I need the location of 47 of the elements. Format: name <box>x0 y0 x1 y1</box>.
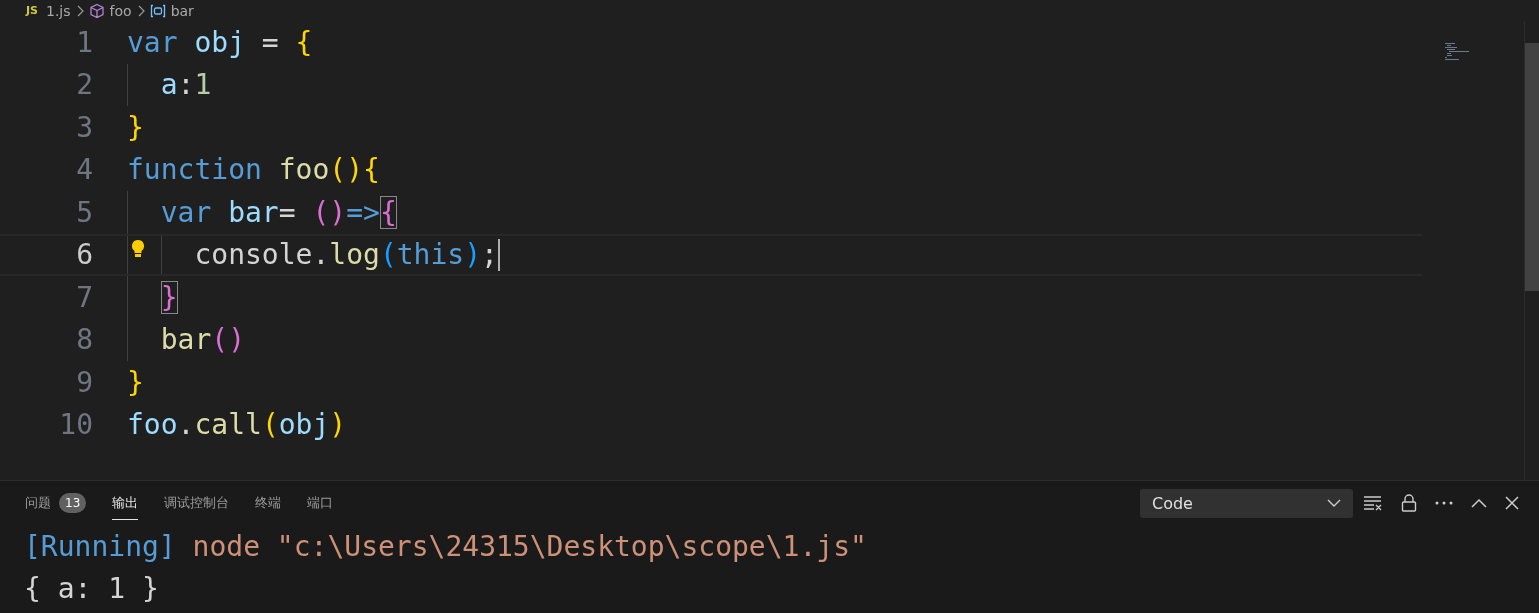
panel-tab[interactable]: 输出 <box>112 486 139 520</box>
code-line: } <box>127 110 144 144</box>
line-number: 4 <box>75 153 93 187</box>
lightbulb-icon[interactable] <box>131 238 145 259</box>
output-line: { a: 1 } <box>24 571 160 607</box>
scrollbar-thumb[interactable] <box>1525 43 1539 291</box>
output-line: [Running] node "c:\Users\24315\Desktop\scope\1.js" <box>24 529 868 565</box>
text-cursor <box>497 238 500 271</box>
line-number: 2 <box>75 68 93 102</box>
breadcrumb-item[interactable]: foo <box>109 2 132 19</box>
line-number: 10 <box>58 408 93 442</box>
code-line: foo.call(obj) <box>127 408 347 442</box>
line-number: 8 <box>75 323 93 357</box>
line-number: 3 <box>75 110 93 144</box>
chevron-down-icon <box>1327 498 1341 508</box>
lock-icon[interactable] <box>1401 494 1417 512</box>
minimap-drawing[interactable] <box>1445 43 1469 63</box>
panel-tab[interactable]: 端口 <box>307 486 334 520</box>
panel-tab[interactable]: 调试控制台 <box>164 486 230 520</box>
code-line: } <box>160 280 178 314</box>
code-line: console.log(this); <box>194 238 498 272</box>
line-number: 5 <box>75 195 93 229</box>
line-number: 9 <box>75 365 93 399</box>
code-line: } <box>127 365 144 399</box>
code-line: bar() <box>160 323 245 357</box>
more-icon[interactable] <box>1435 501 1453 505</box>
line-number: 7 <box>75 280 93 314</box>
line-number: 1 <box>75 25 93 59</box>
breadcrumb-item[interactable]: bar <box>170 2 194 19</box>
code-line: var obj = { <box>127 25 313 59</box>
breadcrumb-item[interactable]: 1.js <box>46 2 71 19</box>
close-icon[interactable] <box>1505 496 1519 510</box>
clear-output-icon[interactable] <box>1363 494 1383 512</box>
code-line: var bar= ()=>{ <box>160 195 397 229</box>
panel-tab[interactable]: 终端 <box>255 486 282 520</box>
code-line: a:1 <box>160 68 212 102</box>
file-type-label: JS <box>26 4 38 17</box>
count-badge: 13 <box>59 492 87 513</box>
chevron-icon <box>75 4 84 17</box>
maximize-panel-icon[interactable] <box>1471 498 1487 508</box>
panel-tab[interactable]: 问题 13 <box>25 486 87 520</box>
line-number: 6 <box>75 238 93 272</box>
variable-icon <box>149 3 166 18</box>
code-line: function foo(){ <box>127 153 380 187</box>
cube-icon <box>88 2 105 19</box>
chevron-icon <box>136 4 145 17</box>
output-channel-dropdown[interactable]: Code <box>1140 488 1353 518</box>
